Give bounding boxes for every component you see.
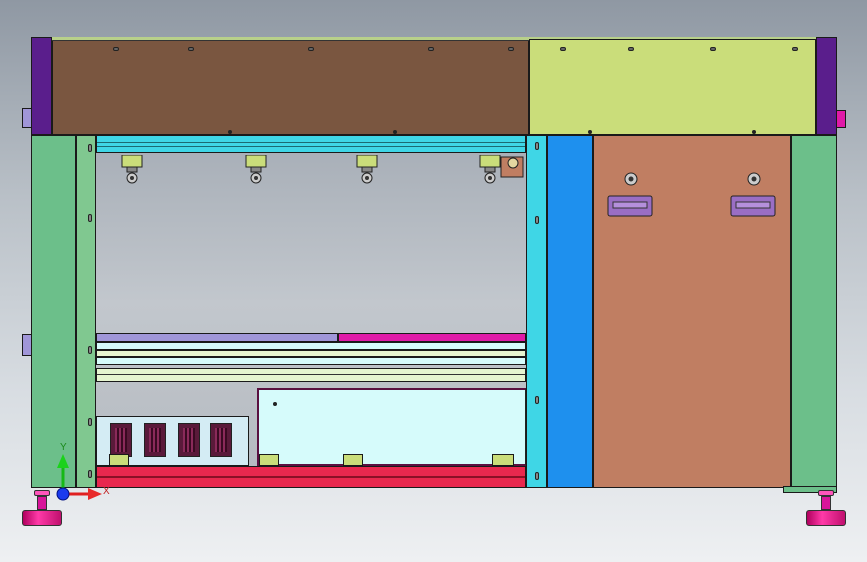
- bracket-icon: [624, 172, 638, 186]
- top-lime-panel: [529, 39, 816, 135]
- bracket-icon: [245, 154, 267, 185]
- side-bolt: [22, 108, 32, 128]
- leveling-foot-icon: [804, 488, 848, 528]
- bracket-icon: [121, 154, 143, 185]
- top-cyan-rail: [96, 135, 526, 153]
- red-base: [96, 466, 526, 488]
- lime-pad: [492, 454, 514, 466]
- machine-frame: [31, 37, 837, 488]
- handle-icon[interactable]: [607, 195, 653, 217]
- copper-panel: [593, 135, 791, 488]
- side-bolt: [836, 110, 846, 128]
- middle-rail-4: [96, 368, 526, 382]
- left-side-panel: [31, 135, 76, 488]
- x-axis-label: X: [103, 486, 110, 497]
- bracket-icon: [356, 154, 378, 185]
- y-axis-label: Y: [60, 442, 67, 453]
- right-top-post: [816, 37, 837, 135]
- side-bolt: [22, 334, 32, 356]
- lime-pad: [259, 454, 279, 466]
- lime-pad: [343, 454, 363, 466]
- bracket-icon: [747, 172, 761, 186]
- handle-icon[interactable]: [730, 195, 776, 217]
- lower-enclosure: [257, 388, 526, 466]
- magenta-tray: [338, 333, 526, 342]
- coordinate-triad-icon: Y X: [50, 442, 114, 508]
- top-brown-panel: [52, 39, 529, 135]
- right-side-panel: [791, 135, 837, 488]
- middle-rail-3: [96, 357, 526, 365]
- left-inner-column: [76, 135, 96, 488]
- cyan-divider-column: [526, 135, 547, 488]
- middle-rail-2: [96, 350, 526, 357]
- blue-column: [547, 135, 593, 488]
- bracket-icon: [479, 154, 525, 185]
- middle-rail-1: [96, 342, 526, 350]
- lavender-tray: [96, 333, 338, 342]
- left-top-post: [31, 37, 52, 135]
